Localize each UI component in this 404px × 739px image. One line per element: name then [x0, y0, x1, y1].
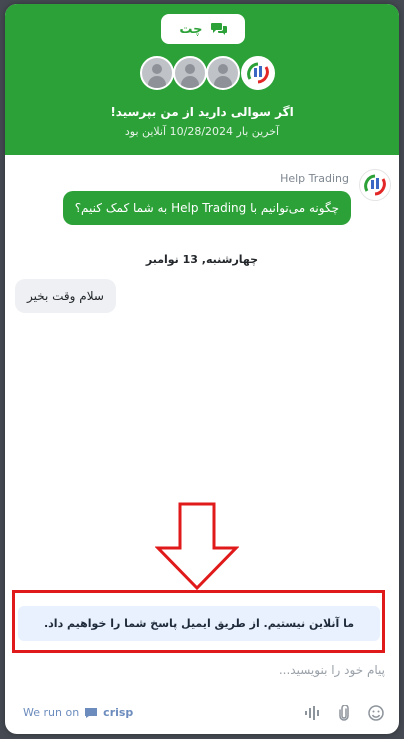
operator-avatars: [5, 56, 399, 90]
audio-wave-icon[interactable]: [303, 704, 321, 722]
annotation-down-arrow-icon: [155, 502, 239, 590]
composer-tools: [303, 704, 385, 722]
date-separator: چهارشنبه, 13 نوامبر: [145, 253, 259, 266]
operator-avatar-placeholder: [206, 56, 240, 90]
operator-avatar: [359, 169, 391, 201]
powered-by-brand: crisp: [103, 706, 134, 719]
message-input[interactable]: [15, 656, 389, 684]
chat-tab-button[interactable]: چت: [161, 14, 245, 44]
header-title: اگر سوالی دارید از من بپرسید!: [110, 105, 294, 119]
user-message-bubble: سلام وقت بخیر: [15, 279, 116, 313]
chat-header: چت اگر سوالی دارید از من بپرسید! آخرین ب…: [5, 4, 399, 155]
operator-name: Help Trading: [280, 172, 349, 185]
user-message-text: سلام وقت بخیر: [27, 289, 104, 303]
operator-message-text: چگونه می‌توانیم با Help Trading به شما ک…: [74, 201, 339, 215]
operator-avatar-placeholder: [140, 56, 174, 90]
chat-tab-label: چت: [179, 21, 203, 37]
last-seen-text: آخرین بار 10/28/2024 آنلاین بود: [124, 125, 280, 138]
powered-by-prefix: We run on: [23, 706, 80, 719]
help-trading-logo-icon: [364, 174, 386, 196]
operator-message-bubble: چگونه می‌توانیم با Help Trading به شما ک…: [62, 191, 351, 225]
operator-avatar-placeholder: [173, 56, 207, 90]
chat-bubbles-icon: [210, 23, 227, 35]
attachment-icon[interactable]: [335, 704, 353, 722]
chat-footer: We run on crisp: [5, 698, 399, 734]
powered-by-link[interactable]: We run on crisp: [23, 706, 133, 719]
help-trading-logo-icon: [247, 62, 269, 84]
crisp-chat-icon: [85, 707, 98, 718]
emoji-icon[interactable]: [367, 704, 385, 722]
chat-widget: چت اگر سوالی دارید از من بپرسید! آخرین ب…: [5, 4, 399, 734]
help-trading-logo-avatar: [241, 56, 275, 90]
annotation-highlight-box: [12, 590, 385, 653]
